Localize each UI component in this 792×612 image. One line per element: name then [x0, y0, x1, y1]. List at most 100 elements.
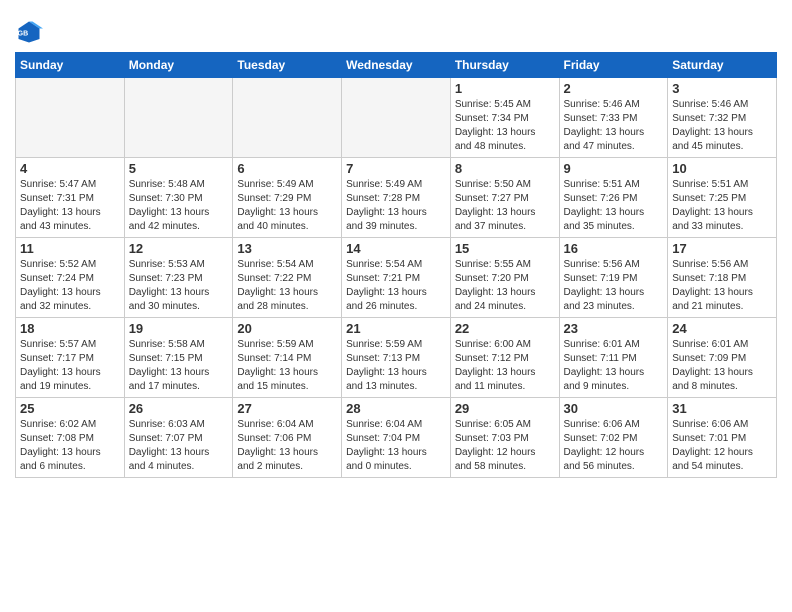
- day-number: 16: [564, 241, 664, 256]
- calendar-cell: 29 Sunrise: 6:05 AM Sunset: 7:03 PM Dayli…: [450, 398, 559, 478]
- day-info: Sunrise: 5:47 AM Sunset: 7:31 PM Dayligh…: [20, 178, 120, 234]
- day-info: Sunrise: 5:53 AM Sunset: 7:23 PM Dayligh…: [129, 258, 229, 314]
- svg-text:GB: GB: [18, 31, 29, 38]
- day-info: Sunrise: 6:06 AM Sunset: 7:02 PM Dayligh…: [564, 418, 664, 474]
- day-number: 8: [455, 161, 555, 176]
- day-number: 5: [129, 161, 229, 176]
- page-header: GB: [15, 10, 777, 46]
- day-number: 22: [455, 321, 555, 336]
- day-info: Sunrise: 5:59 AM Sunset: 7:13 PM Dayligh…: [346, 338, 446, 394]
- day-number: 26: [129, 401, 229, 416]
- column-header-thursday: Thursday: [450, 53, 559, 78]
- day-info: Sunrise: 6:01 AM Sunset: 7:11 PM Dayligh…: [564, 338, 664, 394]
- day-info: Sunrise: 5:54 AM Sunset: 7:21 PM Dayligh…: [346, 258, 446, 314]
- calendar-cell: 13 Sunrise: 5:54 AM Sunset: 7:22 PM Dayli…: [233, 238, 342, 318]
- day-number: 2: [564, 81, 664, 96]
- day-info: Sunrise: 5:52 AM Sunset: 7:24 PM Dayligh…: [20, 258, 120, 314]
- day-info: Sunrise: 5:51 AM Sunset: 7:26 PM Dayligh…: [564, 178, 664, 234]
- calendar-cell: 22 Sunrise: 6:00 AM Sunset: 7:12 PM Dayli…: [450, 318, 559, 398]
- calendar-cell: 3 Sunrise: 5:46 AM Sunset: 7:32 PM Daylig…: [668, 78, 777, 158]
- day-number: 30: [564, 401, 664, 416]
- calendar-cell: 20 Sunrise: 5:59 AM Sunset: 7:14 PM Dayli…: [233, 318, 342, 398]
- day-number: 20: [237, 321, 337, 336]
- calendar-cell: 9 Sunrise: 5:51 AM Sunset: 7:26 PM Daylig…: [559, 158, 668, 238]
- day-number: 25: [20, 401, 120, 416]
- day-number: 3: [672, 81, 772, 96]
- day-info: Sunrise: 5:59 AM Sunset: 7:14 PM Dayligh…: [237, 338, 337, 394]
- day-number: 29: [455, 401, 555, 416]
- calendar-cell: 10 Sunrise: 5:51 AM Sunset: 7:25 PM Dayli…: [668, 158, 777, 238]
- day-number: 13: [237, 241, 337, 256]
- column-header-wednesday: Wednesday: [342, 53, 451, 78]
- calendar-cell: 18 Sunrise: 5:57 AM Sunset: 7:17 PM Dayli…: [16, 318, 125, 398]
- day-number: 11: [20, 241, 120, 256]
- calendar-cell: 5Sunrise: 5:48 AM Sunset: 7:30 PM Daylig…: [124, 158, 233, 238]
- day-info: Sunrise: 5:51 AM Sunset: 7:25 PM Dayligh…: [672, 178, 772, 234]
- day-info: Sunrise: 6:02 AM Sunset: 7:08 PM Dayligh…: [20, 418, 120, 474]
- column-header-monday: Monday: [124, 53, 233, 78]
- day-info: Sunrise: 6:04 AM Sunset: 7:04 PM Dayligh…: [346, 418, 446, 474]
- day-number: 9: [564, 161, 664, 176]
- calendar-cell: 19Sunrise: 5:58 AM Sunset: 7:15 PM Dayli…: [124, 318, 233, 398]
- day-info: Sunrise: 6:05 AM Sunset: 7:03 PM Dayligh…: [455, 418, 555, 474]
- calendar-cell: 21 Sunrise: 5:59 AM Sunset: 7:13 PM Dayli…: [342, 318, 451, 398]
- day-info: Sunrise: 5:46 AM Sunset: 7:32 PM Dayligh…: [672, 98, 772, 154]
- day-number: 15: [455, 241, 555, 256]
- calendar-week-4: 18 Sunrise: 5:57 AM Sunset: 7:17 PM Dayli…: [16, 318, 777, 398]
- column-header-tuesday: Tuesday: [233, 53, 342, 78]
- day-info: Sunrise: 5:49 AM Sunset: 7:28 PM Dayligh…: [346, 178, 446, 234]
- day-number: 24: [672, 321, 772, 336]
- calendar-cell: 4 Sunrise: 5:47 AM Sunset: 7:31 PM Daylig…: [16, 158, 125, 238]
- calendar-cell: 15 Sunrise: 5:55 AM Sunset: 7:20 PM Dayli…: [450, 238, 559, 318]
- day-info: Sunrise: 6:00 AM Sunset: 7:12 PM Dayligh…: [455, 338, 555, 394]
- calendar-cell: 17Sunrise: 5:56 AM Sunset: 7:18 PM Dayli…: [668, 238, 777, 318]
- day-info: Sunrise: 5:54 AM Sunset: 7:22 PM Dayligh…: [237, 258, 337, 314]
- calendar-cell: 16Sunrise: 5:56 AM Sunset: 7:19 PM Dayli…: [559, 238, 668, 318]
- calendar-week-5: 25 Sunrise: 6:02 AM Sunset: 7:08 PM Dayli…: [16, 398, 777, 478]
- day-info: Sunrise: 5:49 AM Sunset: 7:29 PM Dayligh…: [237, 178, 337, 234]
- day-info: Sunrise: 5:50 AM Sunset: 7:27 PM Dayligh…: [455, 178, 555, 234]
- day-number: 7: [346, 161, 446, 176]
- calendar-cell: 1Sunrise: 5:45 AM Sunset: 7:34 PM Daylig…: [450, 78, 559, 158]
- calendar-cell: [342, 78, 451, 158]
- calendar-cell: 25 Sunrise: 6:02 AM Sunset: 7:08 PM Dayli…: [16, 398, 125, 478]
- calendar-cell: 7 Sunrise: 5:49 AM Sunset: 7:28 PM Daylig…: [342, 158, 451, 238]
- day-info: Sunrise: 6:06 AM Sunset: 7:01 PM Dayligh…: [672, 418, 772, 474]
- day-number: 17: [672, 241, 772, 256]
- calendar-cell: 2 Sunrise: 5:46 AM Sunset: 7:33 PM Daylig…: [559, 78, 668, 158]
- day-info: Sunrise: 6:03 AM Sunset: 7:07 PM Dayligh…: [129, 418, 229, 474]
- calendar-week-1: 1Sunrise: 5:45 AM Sunset: 7:34 PM Daylig…: [16, 78, 777, 158]
- calendar-cell: 30 Sunrise: 6:06 AM Sunset: 7:02 PM Dayli…: [559, 398, 668, 478]
- calendar-cell: [16, 78, 125, 158]
- day-number: 18: [20, 321, 120, 336]
- calendar-header-row: SundayMondayTuesdayWednesdayThursdayFrid…: [16, 53, 777, 78]
- calendar-cell: 28 Sunrise: 6:04 AM Sunset: 7:04 PM Dayli…: [342, 398, 451, 478]
- column-header-sunday: Sunday: [16, 53, 125, 78]
- day-number: 21: [346, 321, 446, 336]
- day-info: Sunrise: 6:01 AM Sunset: 7:09 PM Dayligh…: [672, 338, 772, 394]
- day-number: 28: [346, 401, 446, 416]
- column-header-friday: Friday: [559, 53, 668, 78]
- day-number: 10: [672, 161, 772, 176]
- calendar-cell: 31Sunrise: 6:06 AM Sunset: 7:01 PM Dayli…: [668, 398, 777, 478]
- calendar-cell: [233, 78, 342, 158]
- column-header-saturday: Saturday: [668, 53, 777, 78]
- calendar-cell: 26 Sunrise: 6:03 AM Sunset: 7:07 PM Dayli…: [124, 398, 233, 478]
- calendar-cell: 12 Sunrise: 5:53 AM Sunset: 7:23 PM Dayli…: [124, 238, 233, 318]
- calendar-cell: 6 Sunrise: 5:49 AM Sunset: 7:29 PM Daylig…: [233, 158, 342, 238]
- day-number: 4: [20, 161, 120, 176]
- calendar-table: SundayMondayTuesdayWednesdayThursdayFrid…: [15, 52, 777, 478]
- day-info: Sunrise: 5:57 AM Sunset: 7:17 PM Dayligh…: [20, 338, 120, 394]
- calendar-cell: 14Sunrise: 5:54 AM Sunset: 7:21 PM Dayli…: [342, 238, 451, 318]
- day-number: 6: [237, 161, 337, 176]
- calendar-cell: 24 Sunrise: 6:01 AM Sunset: 7:09 PM Dayli…: [668, 318, 777, 398]
- day-info: Sunrise: 5:46 AM Sunset: 7:33 PM Dayligh…: [564, 98, 664, 154]
- day-number: 1: [455, 81, 555, 96]
- logo-icon: GB: [15, 18, 43, 46]
- calendar-cell: 27Sunrise: 6:04 AM Sunset: 7:06 PM Dayli…: [233, 398, 342, 478]
- calendar-cell: 8 Sunrise: 5:50 AM Sunset: 7:27 PM Daylig…: [450, 158, 559, 238]
- day-info: Sunrise: 5:55 AM Sunset: 7:20 PM Dayligh…: [455, 258, 555, 314]
- day-number: 12: [129, 241, 229, 256]
- calendar-week-3: 11 Sunrise: 5:52 AM Sunset: 7:24 PM Dayli…: [16, 238, 777, 318]
- logo: GB: [15, 18, 47, 46]
